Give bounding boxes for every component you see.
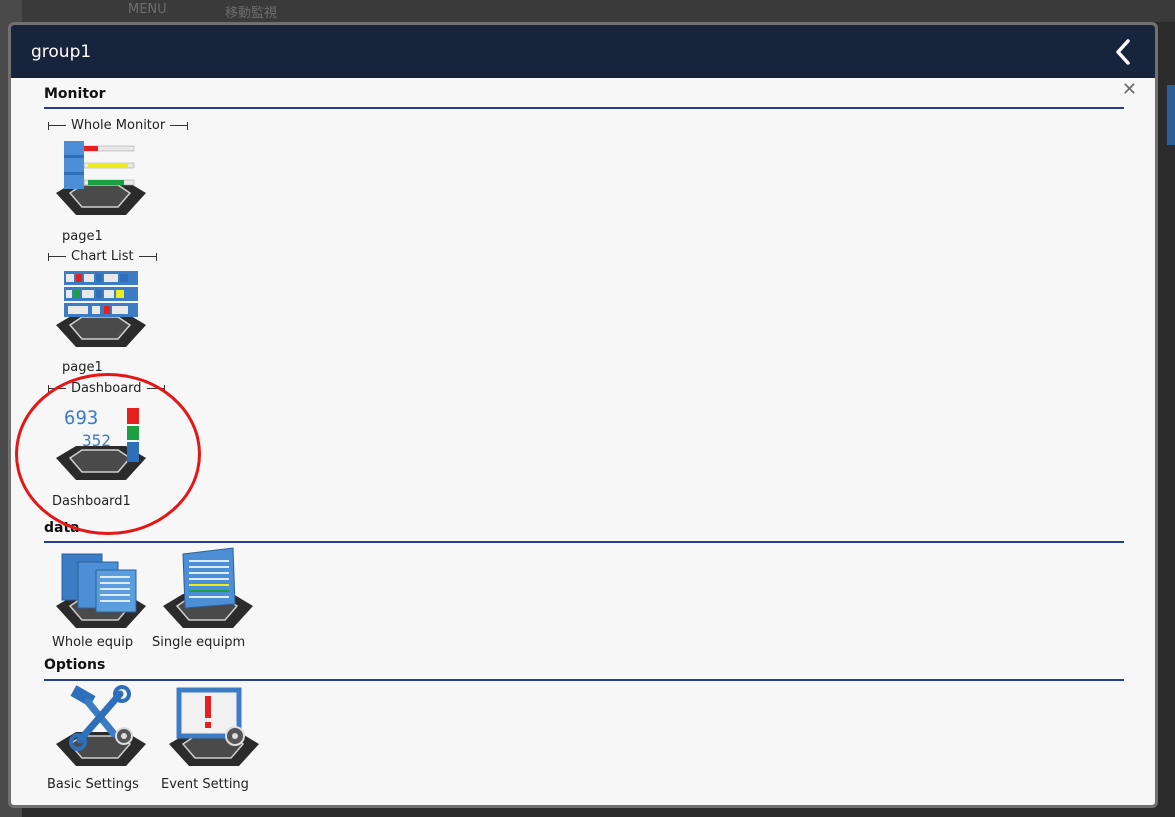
tile-label: Dashboard1 (52, 494, 131, 509)
close-icon[interactable]: ✕ (1122, 81, 1137, 99)
chart-list-icon (56, 271, 146, 347)
tile-label: page1 (62, 229, 103, 244)
whole-equipment-icon (56, 553, 146, 628)
group-label-whole-monitor: Whole Monitor (48, 118, 189, 133)
svg-text:352: 352 (82, 431, 111, 450)
single-equipment-icon (163, 547, 253, 628)
group-dialog: group1 ✕ Monitor Whole Monitor page1 Cha… (8, 22, 1158, 808)
section-divider-monitor (44, 107, 1124, 109)
section-divider-options (44, 679, 1124, 681)
background-menu-text: MENU (128, 2, 167, 17)
tile-label: Basic Settings (47, 777, 139, 792)
background-right-accent (1167, 85, 1175, 145)
tile-dashboard1[interactable]: 693 352 Dashboard1 (48, 398, 158, 510)
tile-whole-monitor-page1[interactable]: page1 (48, 133, 158, 245)
tile-label: page1 (62, 360, 103, 375)
dialog-header: group1 (11, 25, 1155, 78)
dashboard-icon: 693 352 (56, 407, 146, 480)
tile-single-equipment[interactable]: Single equipm (152, 546, 265, 658)
event-setting-icon (169, 687, 259, 766)
tile-chart-list-page1[interactable]: page1 (48, 265, 158, 377)
basic-settings-icon (56, 685, 146, 766)
tile-basic-settings[interactable]: Basic Settings (47, 684, 158, 796)
section-divider-data (44, 541, 1124, 543)
background-tab-text: 移動監視 (225, 6, 278, 21)
section-title-data: data (44, 520, 80, 536)
section-title-monitor: Monitor (44, 86, 106, 102)
tile-label: Single equipm (152, 635, 246, 650)
background-top-bar (0, 0, 1175, 22)
group-label-dashboard: Dashboard (48, 381, 165, 396)
tile-event-setting[interactable]: Event Setting (161, 684, 271, 796)
whole-monitor-icon (56, 141, 146, 215)
dialog-title: group1 (31, 42, 92, 62)
group-label-chart-list: Chart List (48, 249, 157, 264)
tile-whole-equipment[interactable]: Whole equip (48, 546, 158, 658)
tile-label: Event Setting (161, 777, 249, 792)
svg-text:693: 693 (64, 407, 98, 429)
chevron-left-icon[interactable] (1109, 37, 1139, 67)
section-title-options: Options (44, 657, 106, 673)
